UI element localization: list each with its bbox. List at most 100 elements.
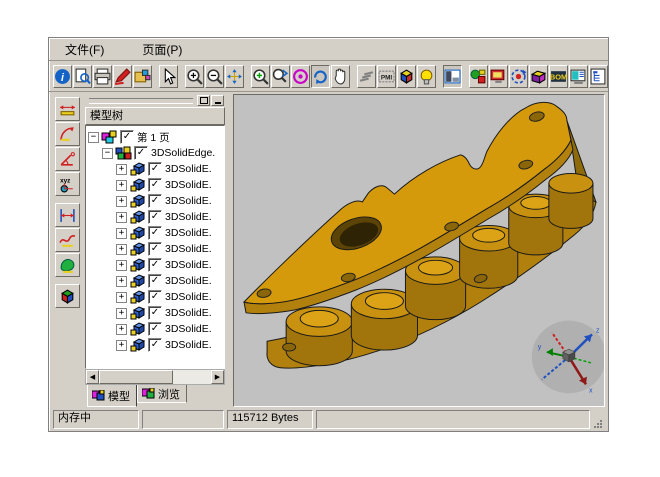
pan-arrows-icon <box>226 68 243 85</box>
collapse-icon[interactable]: − <box>88 132 99 143</box>
checkbox[interactable]: ✓ <box>134 146 148 160</box>
toolbar-button-colored-parts[interactable] <box>469 65 488 88</box>
zoom-window-icon <box>252 68 269 85</box>
svg-text:PMI: PMI <box>381 74 393 81</box>
scroll-right-button[interactable]: ▶ <box>211 370 224 384</box>
checkbox[interactable]: ✓ <box>148 178 162 192</box>
toolbar-button-section-planes[interactable] <box>357 65 376 88</box>
tab-browse[interactable]: 浏览 <box>137 385 187 403</box>
side-button-dim-xyz[interactable]: xyz <box>55 172 80 196</box>
expand-icon[interactable]: + <box>116 180 127 191</box>
checkbox[interactable]: ✓ <box>120 130 134 144</box>
tab-model[interactable]: 模型 <box>87 385 137 407</box>
toolbar-button-zoom-window[interactable] <box>251 65 270 88</box>
toolbar-button-annotate-pen[interactable] <box>113 65 132 88</box>
scroll-left-button[interactable]: ◀ <box>86 370 99 384</box>
side-button-dim-area[interactable] <box>55 253 80 277</box>
tree-item-part[interactable]: + ✓ 3DSolidE. <box>88 241 224 257</box>
expand-icon[interactable]: + <box>116 276 127 287</box>
expand-icon[interactable]: + <box>116 324 127 335</box>
snapshot-icon <box>490 68 507 85</box>
checkbox[interactable]: ✓ <box>148 226 162 240</box>
toolbar-button-report-screen[interactable] <box>569 65 588 88</box>
toolbar-button-bom[interactable]: BOM <box>549 65 568 88</box>
checkbox[interactable]: ✓ <box>148 194 162 208</box>
toolbar-button-zoom-out[interactable] <box>205 65 224 88</box>
tree-item-assembly[interactable]: − ✓ 3DSolidEdge. <box>88 145 224 161</box>
checkbox[interactable]: ✓ <box>148 338 162 352</box>
toolbar-button-rotate[interactable] <box>311 65 330 88</box>
checkbox[interactable]: ✓ <box>148 290 162 304</box>
toolbar-button-print[interactable] <box>93 65 112 88</box>
tree-item-part[interactable]: + ✓ 3DSolidE. <box>88 337 224 353</box>
axis-x-label: x <box>589 387 593 394</box>
panel-restore-button[interactable] <box>197 95 210 106</box>
tree-item-label: 3DSolidE. <box>165 339 212 351</box>
expand-icon[interactable]: + <box>116 164 127 175</box>
collapse-icon[interactable]: − <box>102 148 113 159</box>
tree-item-part[interactable]: + ✓ 3DSolidE. <box>88 305 224 321</box>
expand-icon[interactable]: + <box>116 292 127 303</box>
toolbar-button-solid-view[interactable] <box>529 65 548 88</box>
toolbar-button-info[interactable]: i <box>53 65 72 88</box>
toolbar-button-snapshot[interactable] <box>489 65 508 88</box>
toolbar-button-zoom-in[interactable] <box>185 65 204 88</box>
toolbar-button-zoom-select[interactable] <box>271 65 290 88</box>
toolbar-button-pan-hand[interactable] <box>331 65 350 88</box>
checkbox[interactable]: ✓ <box>148 322 162 336</box>
tree-item-part[interactable]: + ✓ 3DSolidE. <box>88 209 224 225</box>
toolbar-button-pmi[interactable]: PMI <box>377 65 396 88</box>
expand-icon[interactable]: + <box>116 228 127 239</box>
toolbar-button-pan-arrows[interactable] <box>225 65 244 88</box>
tree-item-part[interactable]: + ✓ 3DSolidE. <box>88 177 224 193</box>
expand-icon[interactable]: + <box>116 340 127 351</box>
toolbar-button-orbit-target[interactable] <box>291 65 310 88</box>
panel-hide-button[interactable] <box>211 95 224 106</box>
tree-horizontal-scrollbar[interactable]: ◀ ▶ <box>85 369 225 385</box>
tree-item-part[interactable]: + ✓ 3DSolidE. <box>88 257 224 273</box>
expand-icon[interactable]: + <box>116 212 127 223</box>
toolbar-button-light[interactable] <box>417 65 436 88</box>
panel-drag-handle[interactable] <box>89 98 193 104</box>
page-icon <box>101 130 118 144</box>
side-button-dim-volume[interactable] <box>55 284 80 308</box>
checkbox[interactable]: ✓ <box>148 274 162 288</box>
tree-item-part[interactable]: + ✓ 3DSolidE. <box>88 225 224 241</box>
toolbar-button-tree-view[interactable] <box>589 65 608 88</box>
toolbar-button-open-model[interactable] <box>133 65 152 88</box>
toolbar-button-select-cursor[interactable] <box>159 65 178 88</box>
menu-page[interactable]: 页面(P) <box>138 39 186 60</box>
side-button-dim-linear[interactable] <box>55 97 80 121</box>
checkbox[interactable]: ✓ <box>148 242 162 256</box>
toolbar-button-animation[interactable] <box>509 65 528 88</box>
tree-item-part[interactable]: + ✓ 3DSolidE. <box>88 193 224 209</box>
scroll-thumb[interactable] <box>99 370 173 384</box>
side-button-dim-curve[interactable] <box>55 228 80 252</box>
menu-file[interactable]: 文件(F) <box>61 39 108 60</box>
tree-item-page[interactable]: − ✓ 第 1 页 <box>88 129 224 145</box>
expand-icon[interactable]: + <box>116 196 127 207</box>
tree-item-part[interactable]: + ✓ 3DSolidE. <box>88 273 224 289</box>
axis-widget[interactable]: z x y <box>532 321 604 395</box>
tree-item-part[interactable]: + ✓ 3DSolidE. <box>88 161 224 177</box>
tree-item-part[interactable]: + ✓ 3DSolidE. <box>88 289 224 305</box>
side-button-dim-angle[interactable] <box>55 147 80 171</box>
checkbox[interactable]: ✓ <box>148 162 162 176</box>
toolbar-button-print-preview[interactable] <box>73 65 92 88</box>
svg-text:xyz: xyz <box>60 177 70 184</box>
side-button-dim-distance[interactable] <box>55 203 80 227</box>
status-cell-4 <box>316 410 590 429</box>
panel-splitter[interactable] <box>225 94 233 407</box>
toolbar-button-view-box[interactable] <box>397 65 416 88</box>
resize-grip[interactable] <box>593 410 605 429</box>
checkbox[interactable]: ✓ <box>148 210 162 224</box>
expand-icon[interactable]: + <box>116 244 127 255</box>
expand-icon[interactable]: + <box>116 308 127 319</box>
checkbox[interactable]: ✓ <box>148 306 162 320</box>
tree-item-part[interactable]: + ✓ 3DSolidE. <box>88 321 224 337</box>
checkbox[interactable]: ✓ <box>148 258 162 272</box>
expand-icon[interactable]: + <box>116 260 127 271</box>
viewport-3d[interactable]: z x y <box>233 94 605 407</box>
toolbar-button-panel-toggle[interactable] <box>443 65 462 88</box>
side-button-dim-radius[interactable] <box>55 122 80 146</box>
